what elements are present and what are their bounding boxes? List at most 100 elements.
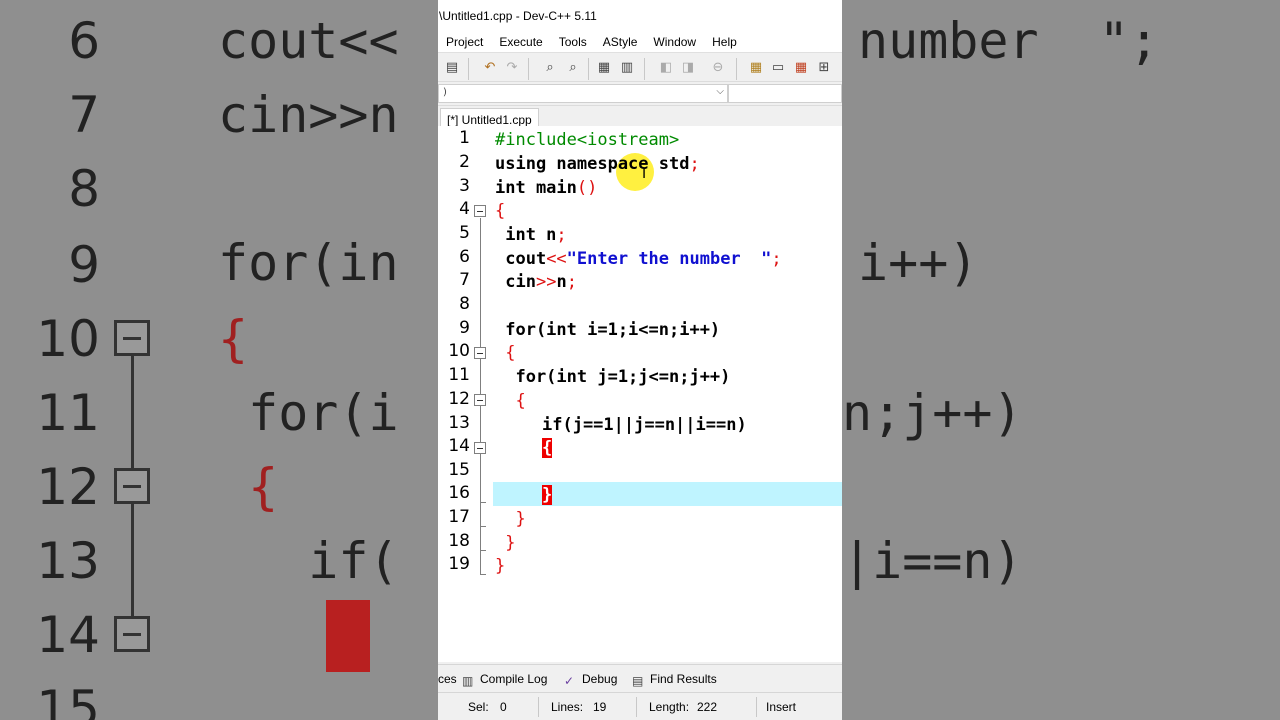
code-editor[interactable]: 1 2 3 4 5 6 7 8 9 10 11 12 13 14 15 16 17 18 19 #include<i… [438, 126, 842, 662]
line-number: 16 [448, 483, 470, 503]
code-line-1: #include<iostream> [495, 130, 680, 150]
tab-find-results[interactable]: ▤ Find Results [632, 672, 717, 688]
redo-icon[interactable]: ↷ [504, 60, 520, 76]
window-icon[interactable]: ▭ [770, 60, 786, 76]
code-line-5: int n; [495, 223, 566, 247]
debug-check-icon: ✓ [564, 674, 575, 688]
compile-log-icon: ▥ [462, 674, 474, 688]
status-sel-value: 0 [500, 700, 507, 714]
code-line-6: cout<<"Enter the number "; [495, 247, 782, 271]
tab-resources-partial[interactable]: ces [438, 672, 457, 686]
line-number: 1 [459, 128, 470, 148]
menu-window[interactable]: Window [645, 30, 704, 52]
fold-toggle-icon[interactable] [474, 205, 486, 217]
code-token: () [576, 178, 598, 198]
status-separator [636, 697, 637, 717]
replace-icon[interactable]: ⌕ [565, 60, 581, 76]
class-select-value: ) [443, 87, 447, 98]
zoomed-code-left: 6 7 8 9 10 11 12 13 14 15 cout<< cin>>n … [0, 0, 438, 720]
zoom-line-number: 15 [36, 680, 100, 720]
line-number: 5 [459, 223, 470, 243]
menu-astyle[interactable]: AStyle [595, 30, 646, 52]
status-length-label: Length: [649, 700, 690, 714]
status-separator [538, 697, 539, 717]
line-number: 3 [459, 176, 470, 196]
combo-bar: ) ⌵ [438, 82, 842, 106]
menu-help[interactable]: Help [704, 30, 745, 52]
code-token: ; [689, 154, 700, 174]
code-line-12: { [495, 391, 526, 411]
zoom-line-number: 10 [36, 310, 100, 368]
menu-project[interactable]: Project [438, 30, 491, 52]
code-token: using namespace std [495, 154, 690, 174]
line-number: 14 [448, 436, 470, 456]
line-number: 7 [459, 270, 470, 290]
status-length-value: 222 [697, 700, 718, 714]
find-icon[interactable]: ⌕ [542, 60, 558, 76]
class-select[interactable]: ) ⌵ [438, 84, 728, 103]
code-token: int main [495, 178, 577, 198]
line-number: 18 [448, 531, 470, 551]
line-number: 12 [448, 389, 470, 409]
zoom-line-number: 14 [36, 606, 100, 664]
toolbar-separator [644, 58, 645, 80]
devcpp-window: \Untitled1.cpp - Dev-C++ 5.11 Project Ex… [438, 0, 842, 720]
window-title: \Untitled1.cpp - Dev-C++ 5.11 [438, 0, 842, 30]
bookmark-icon[interactable]: ▥ [619, 60, 635, 76]
line-number: 17 [448, 507, 470, 527]
zoom-code-line: cin>>n [218, 86, 399, 144]
layout-icon[interactable]: ▦ [793, 60, 809, 76]
zoomed-code-right: number "; i++) n;j++) |i==n) [842, 0, 1280, 720]
code-line-4: { [495, 201, 506, 221]
tab-compile-log[interactable]: ▥ Compile Log [462, 672, 547, 688]
class-browser-icon[interactable]: ▦ [748, 60, 764, 76]
fold-toggle-icon[interactable] [474, 347, 486, 359]
code-token: cout [495, 249, 547, 269]
fold-toggle-icon[interactable] [474, 394, 486, 406]
stop-icon[interactable]: ⊖ [710, 60, 726, 76]
toolbar: ▤ ↶ ↷ ⌕ ⌕ ▦ ▥ ◧ ◨ ⊖ ▦ ▭ ▦ ⊞ [438, 52, 842, 82]
back-icon[interactable]: ◧ [658, 60, 674, 76]
zoom-code-line: for(in [218, 234, 399, 292]
code-token: ; [771, 249, 782, 269]
toolbar-separator [468, 58, 469, 80]
find-results-icon: ▤ [632, 674, 644, 688]
zoom-fold-icon [114, 616, 150, 652]
zoom-code-line: for(i [218, 384, 399, 442]
zoom-line-number: 8 [68, 160, 100, 218]
ibeam-cursor-icon: I [642, 166, 647, 182]
menu-bar: Project Execute Tools AStyle Window Help [438, 30, 842, 52]
brace-match-close: } [542, 485, 553, 505]
bottom-panel-tabs: ces ▥ Compile Log ✓ Debug ▤ Find Results [438, 664, 842, 692]
code-line-13: if(j==1||j==n||i==n) [542, 415, 747, 435]
tab-debug[interactable]: ✓ Debug [564, 672, 617, 688]
print-icon[interactable]: ▤ [444, 60, 460, 76]
goto-icon[interactable]: ▦ [596, 60, 612, 76]
code-line-2: using namespace std; [495, 152, 700, 176]
tab-compile-log-label: Compile Log [480, 672, 548, 686]
chevron-down-icon[interactable]: ⌵ [716, 86, 724, 97]
zoom-code-line: n;j++) [842, 384, 1023, 442]
fold-toggle-icon[interactable] [474, 442, 486, 454]
undo-icon[interactable]: ↶ [482, 60, 498, 76]
code-line-19: } [495, 556, 506, 576]
fold-end [480, 574, 486, 575]
tab-find-results-label: Find Results [650, 672, 717, 686]
member-select[interactable] [728, 84, 842, 103]
zoom-code-line: i++) [858, 234, 979, 292]
menu-execute[interactable]: Execute [491, 30, 550, 52]
zoom-fold-line [131, 504, 134, 616]
status-mode: Insert [766, 700, 797, 714]
forward-icon[interactable]: ◨ [680, 60, 696, 76]
line-number: 11 [448, 365, 470, 385]
zoom-code-line: if( [218, 532, 399, 590]
code-line-16: } [542, 483, 553, 507]
tile-icon[interactable]: ⊞ [816, 60, 832, 76]
line-number: 6 [459, 247, 470, 267]
zoom-line-number: 13 [36, 532, 100, 590]
code-line-17: } [495, 509, 526, 529]
fold-end [480, 550, 486, 551]
code-line-14: { [542, 436, 553, 460]
menu-tools[interactable]: Tools [551, 30, 595, 52]
toolbar-separator [528, 58, 529, 80]
